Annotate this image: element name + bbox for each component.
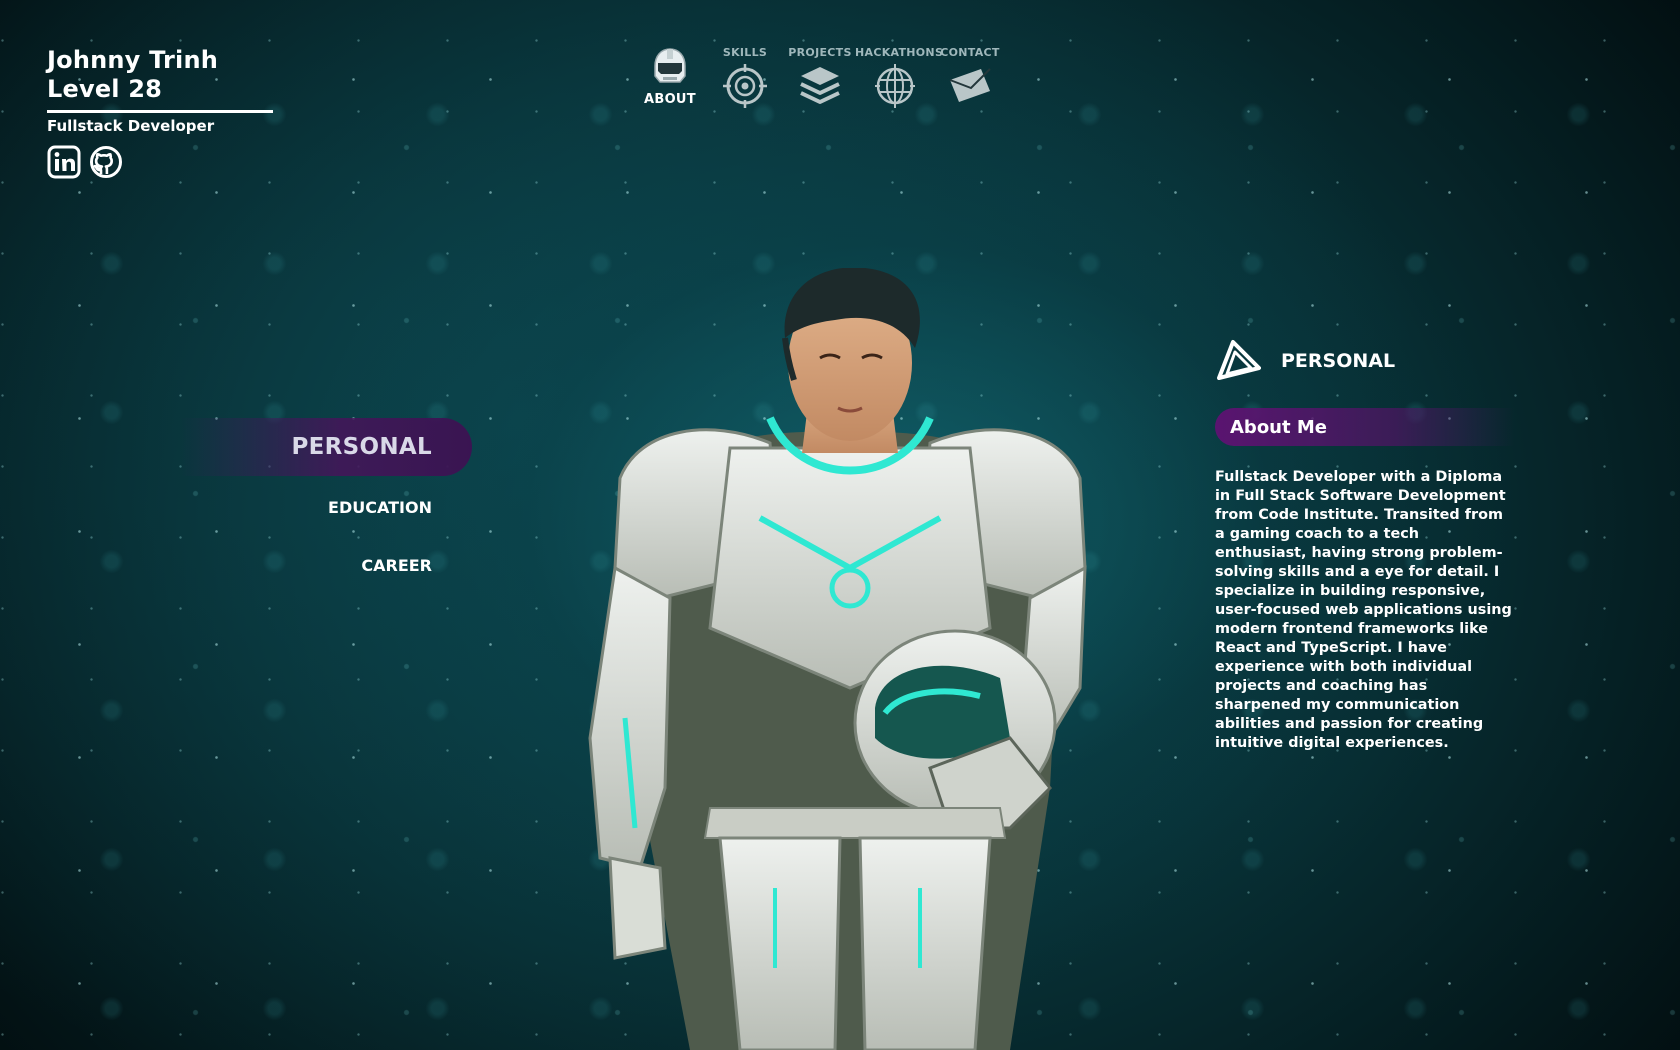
about-description: Fullstack Developer with a Diploma in Fu… (1215, 469, 1512, 751)
nav-item-about[interactable]: ABOUT (630, 44, 710, 107)
profile-role: Fullstack Developer (47, 117, 215, 135)
character-portrait (588, 268, 1087, 1050)
panel-heading: PERSONAL (1215, 338, 1515, 384)
layers-icon (800, 67, 840, 104)
subnav-label-personal: PERSONAL (291, 434, 432, 460)
profile-name: Johnny Trinh (47, 46, 219, 74)
github-icon[interactable] (89, 145, 123, 179)
nav-item-hackathons[interactable]: HACKATHONS (855, 46, 944, 109)
triangle-logo-icon (1217, 340, 1261, 380)
profile-divider (47, 110, 273, 113)
about-panel: PERSONAL About Me Fullstack Developer wi… (1215, 338, 1515, 753)
social-links (47, 145, 273, 179)
nav-item-projects[interactable]: PROJECTS (780, 46, 860, 109)
nav-label-contact: CONTACT (940, 46, 1000, 59)
nav-label-hackathons: HACKATHONS (855, 46, 944, 59)
target-icon (723, 64, 767, 108)
nav-item-contact[interactable]: CONTACT (930, 46, 1010, 109)
section-title: About Me (1230, 416, 1327, 438)
nav-label-about: ABOUT (644, 92, 696, 107)
section-subnav: PERSONAL EDUCATION CAREER (180, 418, 472, 575)
subnav-item-career[interactable]: CAREER (180, 556, 472, 575)
envelope-icon (949, 68, 991, 102)
globe-icon (875, 64, 915, 108)
linkedin-icon[interactable] (47, 145, 81, 179)
nav-label-projects: PROJECTS (788, 46, 852, 59)
section-title-bar: About Me (1215, 408, 1515, 446)
subnav-item-education[interactable]: EDUCATION (180, 498, 472, 517)
nav-item-skills[interactable]: SKILLS (705, 46, 785, 109)
page-background: Johnny Trinh Level 28 Fullstack Develope… (0, 0, 1680, 1050)
profile-level: Level 28 (47, 75, 163, 103)
panel-heading-label: PERSONAL (1281, 350, 1396, 372)
nav-label-skills: SKILLS (722, 46, 768, 59)
helmet-icon (654, 48, 686, 83)
profile-card: Johnny Trinh Level 28 Fullstack Develope… (47, 46, 273, 179)
subnav-item-personal[interactable]: PERSONAL (180, 418, 472, 476)
